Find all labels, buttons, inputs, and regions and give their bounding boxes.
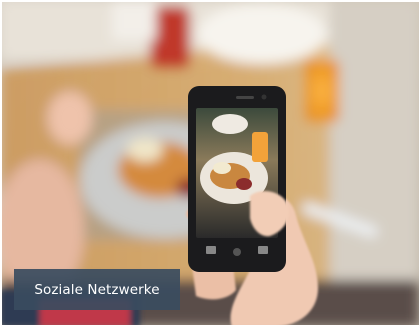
image-card[interactable]: Soziale Netzwerke xyxy=(0,0,419,327)
caption-text: Soziale Netzwerke xyxy=(34,281,160,298)
caption-label-box[interactable]: Soziale Netzwerke xyxy=(14,269,180,310)
